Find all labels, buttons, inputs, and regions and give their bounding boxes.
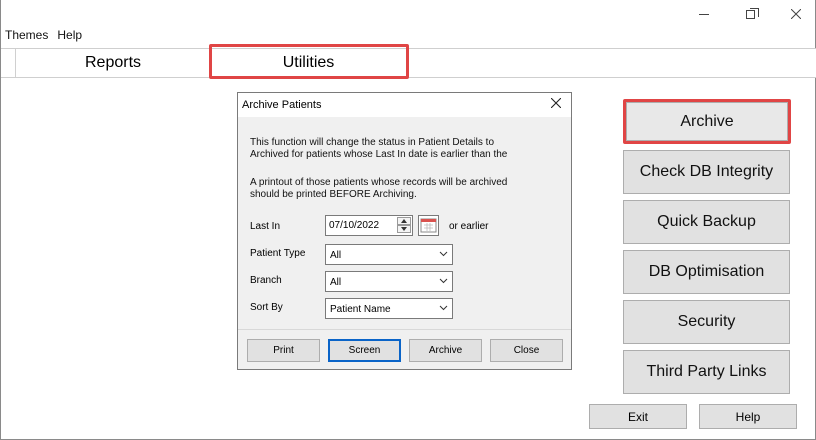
chevron-down-icon [439,251,448,257]
spin-down-icon[interactable] [397,225,411,233]
calendar-icon [420,218,437,233]
minimize-icon [699,13,709,15]
last-in-date-value: 07/10/2022 [329,220,380,231]
main-window: Themes Help Reports Utilities Archive Ch… [0,0,816,440]
patient-type-value: All [330,250,342,261]
dialog-title-bar: Archive Patients [238,93,571,117]
dialog-close-icon[interactable] [551,98,561,108]
exit-button[interactable]: Exit [589,404,687,429]
sort-by-label: Sort By [250,302,283,313]
screen-button[interactable]: Screen [328,339,401,362]
patient-type-select[interactable]: All [325,244,453,265]
db-optimisation-button[interactable]: DB Optimisation [623,250,790,294]
date-spinner[interactable] [397,217,411,234]
description-line: A printout of those patients whose recor… [250,177,508,188]
dialog-description-2: A printout of those patients whose recor… [250,177,565,201]
branch-value: All [330,277,342,288]
exit-button-label: Exit [627,409,648,424]
quick-backup-button[interactable]: Quick Backup [623,200,790,244]
menu-themes[interactable]: Themes [1,26,53,46]
chevron-down-icon [439,305,448,311]
check-db-integrity-button[interactable]: Check DB Integrity [623,150,790,194]
close-window-button[interactable] [773,0,816,28]
check-db-integrity-label: Check DB Integrity [639,163,774,180]
dialog-archive-button-label: Archive [428,345,463,356]
description-line: This function will change the status in … [250,137,495,148]
dialog-description-1: This function will change the status in … [250,137,565,161]
utilities-tab-highlight [209,44,409,79]
sort-by-value: Patient Name [330,304,391,315]
spin-up-icon[interactable] [397,217,411,225]
last-in-label: Last In [250,221,281,232]
sort-by-select[interactable]: Patient Name [325,298,453,319]
branch-label: Branch [250,275,282,286]
help-button-label: Help [735,409,761,424]
tab-reports[interactable]: Reports [16,49,211,77]
dialog-archive-button[interactable]: Archive [409,339,482,362]
calendar-button[interactable] [418,215,439,236]
restore-button[interactable] [727,0,773,28]
menu-bar: Themes Help [1,26,87,46]
branch-select[interactable]: All [325,271,453,292]
description-line: Archived for patients whose Last In date… [250,149,508,160]
close-button[interactable]: Close [490,339,563,362]
quick-backup-label: Quick Backup [657,213,756,230]
archive-button-highlight [623,99,791,144]
third-party-links-button[interactable]: Third Party Links [623,350,790,394]
print-button[interactable]: Print [247,339,320,362]
minimize-button[interactable] [681,0,727,28]
db-optimisation-label: DB Optimisation [648,263,765,280]
patient-type-label: Patient Type [250,248,306,259]
dialog-divider [238,329,571,330]
dialog-title: Archive Patients [242,99,322,111]
chevron-down-icon [439,278,448,284]
help-button[interactable]: Help [699,404,797,429]
menu-help[interactable]: Help [53,26,87,46]
print-button-label: Print [273,345,294,356]
description-line: should be printed BEFORE Archiving. [250,189,417,200]
third-party-links-label: Third Party Links [646,363,767,380]
close-button-label: Close [513,345,540,356]
archive-patients-dialog: Archive Patients This function will chan… [237,92,572,370]
restore-icon [745,7,759,19]
or-earlier-label: or earlier [449,221,489,232]
screen-button-label: Screen [348,345,381,356]
security-button[interactable]: Security [623,300,790,344]
security-label: Security [677,313,736,330]
close-icon [791,9,801,19]
